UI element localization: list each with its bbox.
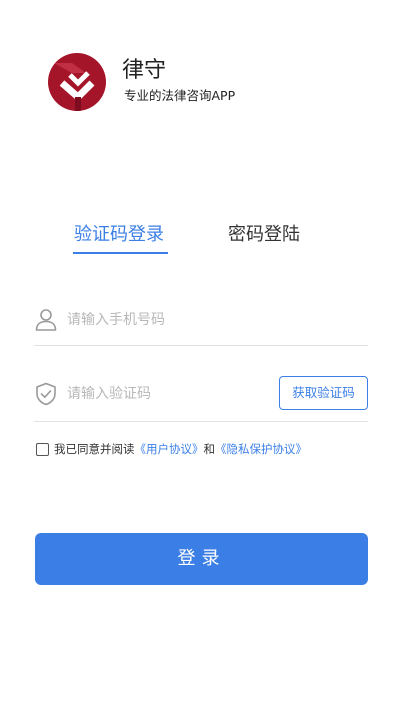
agreement-text: 我已同意并阅读《用户协议》和《隐私保护协议》 — [54, 441, 307, 458]
code-divider — [34, 421, 368, 422]
shield-check-icon — [36, 382, 56, 406]
agreement-joiner: 和 — [203, 442, 216, 456]
active-tab-indicator — [73, 252, 168, 254]
verification-code-input[interactable] — [67, 381, 267, 407]
app-name: 律守 — [122, 58, 167, 83]
user-agreement-link[interactable]: 《用户协议》 — [135, 442, 204, 456]
lvshou-logo-icon — [48, 53, 106, 111]
phone-input[interactable] — [67, 307, 357, 333]
app-slogan: 专业的法律咨询APP — [124, 88, 236, 103]
phone-divider — [34, 345, 368, 346]
privacy-policy-link[interactable]: 《隐私保护协议》 — [215, 442, 307, 456]
agreement-prefix: 我已同意并阅读 — [54, 442, 135, 456]
agreement-checkbox[interactable] — [36, 443, 49, 456]
get-code-button[interactable]: 获取验证码 — [279, 376, 368, 410]
tab-code-login[interactable]: 验证码登录 — [74, 222, 164, 248]
tab-password-login[interactable]: 密码登陆 — [228, 222, 300, 248]
user-icon — [35, 309, 57, 331]
login-button[interactable]: 登录 — [35, 533, 368, 585]
